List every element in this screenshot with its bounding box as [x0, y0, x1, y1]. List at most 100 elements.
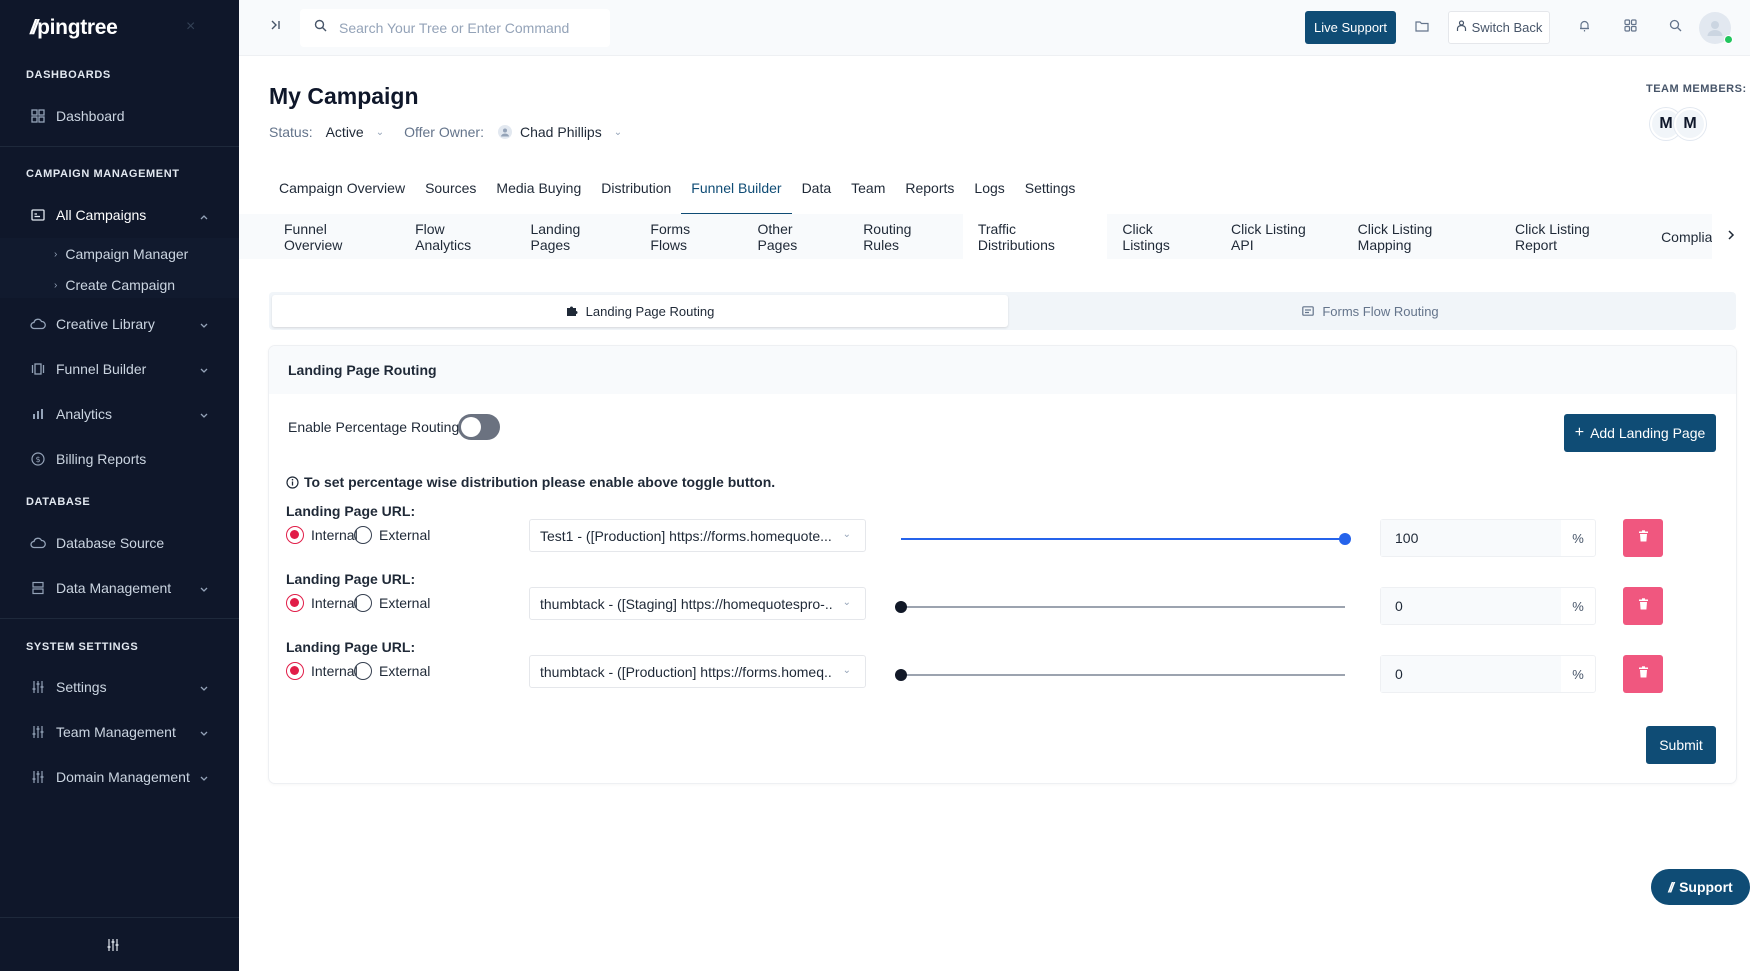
- percentage-value[interactable]: 0: [1381, 656, 1561, 692]
- delete-row-button[interactable]: [1623, 655, 1663, 693]
- subtab-routing-rules[interactable]: Routing Rules: [848, 214, 963, 259]
- percentage-input[interactable]: 100%: [1380, 519, 1596, 557]
- sidebar: // pingtree × DASHBOARDS Dashboard CAMPA…: [0, 0, 239, 971]
- chevron-down-icon[interactable]: ⌄: [614, 127, 622, 138]
- sidebar-item-domain-management[interactable]: Domain Management: [0, 757, 239, 797]
- subtab-click-listings[interactable]: Click Listings: [1107, 214, 1216, 259]
- tabs-scroll-right-button[interactable]: [1712, 214, 1750, 259]
- landing-page-routing-option[interactable]: Landing Page Routing: [272, 295, 1008, 327]
- percentage-input[interactable]: 0%: [1380, 655, 1596, 693]
- status-dropdown[interactable]: Active: [326, 124, 364, 140]
- close-icon[interactable]: ×: [186, 18, 195, 36]
- external-radio[interactable]: External: [354, 594, 430, 612]
- subtab-other-pages[interactable]: Other Pages: [743, 214, 849, 259]
- external-radio[interactable]: External: [354, 662, 430, 680]
- percentage-value[interactable]: 0: [1381, 588, 1561, 624]
- submit-button[interactable]: Submit: [1646, 726, 1716, 764]
- sidebar-settings-icon[interactable]: [106, 938, 120, 957]
- tab-funnel-builder[interactable]: Funnel Builder: [681, 170, 792, 215]
- external-label: External: [379, 663, 431, 679]
- folder-icon[interactable]: [1415, 19, 1429, 37]
- tab-settings[interactable]: Settings: [1015, 170, 1086, 215]
- percent-unit: %: [1572, 666, 1584, 682]
- chevron-down-icon: ⌄: [842, 597, 851, 608]
- tab-data[interactable]: Data: [792, 170, 842, 215]
- slider-handle[interactable]: [895, 601, 907, 613]
- submenu-all-campaigns: › Campaign Manager › Create Campaign: [0, 238, 239, 298]
- tab-team[interactable]: Team: [841, 170, 895, 215]
- subtab-funnel-overview[interactable]: Funnel Overview: [269, 214, 400, 259]
- landing-page-select[interactable]: thumbtack - ([Production] https://forms.…: [529, 655, 866, 688]
- search-icon[interactable]: [1669, 19, 1682, 37]
- tab-sources[interactable]: Sources: [415, 170, 486, 215]
- sidebar-item-team-management[interactable]: Team Management: [0, 712, 239, 752]
- apps-grid-icon[interactable]: [1624, 19, 1637, 37]
- sidebar-item-creative-library[interactable]: Creative Library: [0, 304, 239, 344]
- subtab-traffic-distributions[interactable]: Traffic Distributions: [962, 214, 1108, 259]
- subtab-flow-analytics[interactable]: Flow Analytics: [400, 214, 515, 259]
- subtab-landing-pages[interactable]: Landing Pages: [515, 214, 635, 259]
- owner-avatar: [498, 125, 512, 139]
- tab-reports[interactable]: Reports: [895, 170, 964, 215]
- percent-unit: %: [1572, 598, 1584, 614]
- toggle-knob: [461, 417, 481, 437]
- sidebar-item-billing-reports[interactable]: $ Billing Reports: [0, 439, 239, 479]
- percentage-input[interactable]: 0%: [1380, 587, 1596, 625]
- sliders-icon: [30, 769, 46, 785]
- percentage-value[interactable]: 100: [1381, 520, 1561, 556]
- sidebar-subitem-campaign-manager[interactable]: › Campaign Manager: [54, 246, 188, 262]
- sidebar-item-dashboard[interactable]: Dashboard: [0, 96, 239, 136]
- bell-icon[interactable]: [1578, 19, 1591, 37]
- sidebar-subitem-create-campaign[interactable]: › Create Campaign: [54, 277, 175, 293]
- switch-icon: [1456, 20, 1467, 35]
- landing-page-select[interactable]: Test1 - ([Production] https://forms.home…: [529, 519, 866, 552]
- sidebar-item-data-management[interactable]: Data Management: [0, 568, 239, 608]
- sidebar-item-all-campaigns[interactable]: All Campaigns: [0, 195, 239, 235]
- sidebar-toggle-icon[interactable]: [269, 18, 281, 34]
- add-landing-page-button[interactable]: + Add Landing Page: [1564, 414, 1716, 452]
- divider: [0, 917, 239, 918]
- landing-page-select[interactable]: thumbtack - ([Staging] https://homequote…: [529, 587, 866, 620]
- subtab-click-listing-api[interactable]: Click Listing API: [1216, 214, 1343, 259]
- team-member-avatar[interactable]: M: [1674, 108, 1706, 140]
- landing-page-row: Landing Page URL: Internal External Test1 -…: [269, 503, 1736, 573]
- offer-owner-dropdown[interactable]: Chad Phillips: [520, 124, 602, 140]
- forms-flow-routing-option[interactable]: Forms Flow Routing: [1008, 295, 1733, 327]
- search-input[interactable]: [339, 20, 589, 36]
- enable-percentage-routing-toggle[interactable]: [458, 414, 500, 440]
- sidebar-item-database-source[interactable]: Database Source: [0, 523, 239, 563]
- live-support-button[interactable]: Live Support: [1305, 11, 1396, 44]
- delete-row-button[interactable]: [1623, 519, 1663, 557]
- switch-back-label: Switch Back: [1471, 20, 1543, 35]
- tab-media-buying[interactable]: Media Buying: [486, 170, 591, 215]
- delete-row-button[interactable]: [1623, 587, 1663, 625]
- switch-back-button[interactable]: Switch Back: [1448, 11, 1550, 44]
- sidebar-item-funnel-builder[interactable]: Funnel Builder: [0, 349, 239, 389]
- logo[interactable]: // pingtree: [30, 16, 118, 40]
- internal-radio[interactable]: Internal: [286, 662, 358, 680]
- sidebar-item-settings[interactable]: Settings: [0, 667, 239, 707]
- slider-handle[interactable]: [895, 669, 907, 681]
- card-title: Landing Page Routing: [269, 346, 1736, 394]
- offer-owner-label: Offer Owner:: [404, 124, 484, 140]
- subtab-click-listing-mapping[interactable]: Click Listing Mapping: [1343, 214, 1500, 259]
- bar-chart-icon: [30, 406, 46, 422]
- subtab-click-listing-report[interactable]: Click Listing Report: [1500, 214, 1646, 259]
- support-button[interactable]: // Support: [1651, 869, 1750, 905]
- external-radio[interactable]: External: [354, 526, 430, 544]
- internal-radio[interactable]: Internal: [286, 594, 358, 612]
- section-title-system-settings: SYSTEM SETTINGS: [26, 641, 139, 653]
- landing-page-select-value: Test1 - ([Production] https://forms.home…: [540, 527, 832, 544]
- percentage-slider[interactable]: [901, 533, 1351, 545]
- chevron-down-icon[interactable]: ⌄: [376, 127, 384, 138]
- campaign-icon: [30, 207, 46, 223]
- percentage-slider[interactable]: [895, 601, 1345, 613]
- tab-campaign-overview[interactable]: Campaign Overview: [269, 170, 415, 215]
- internal-radio[interactable]: Internal: [286, 526, 358, 544]
- slider-handle[interactable]: [1339, 533, 1351, 545]
- sidebar-item-analytics[interactable]: Analytics: [0, 394, 239, 434]
- subtab-forms-flows[interactable]: Forms Flows: [635, 214, 742, 259]
- tab-distribution[interactable]: Distribution: [591, 170, 681, 215]
- tab-logs[interactable]: Logs: [964, 170, 1014, 215]
- percentage-slider[interactable]: [895, 669, 1345, 681]
